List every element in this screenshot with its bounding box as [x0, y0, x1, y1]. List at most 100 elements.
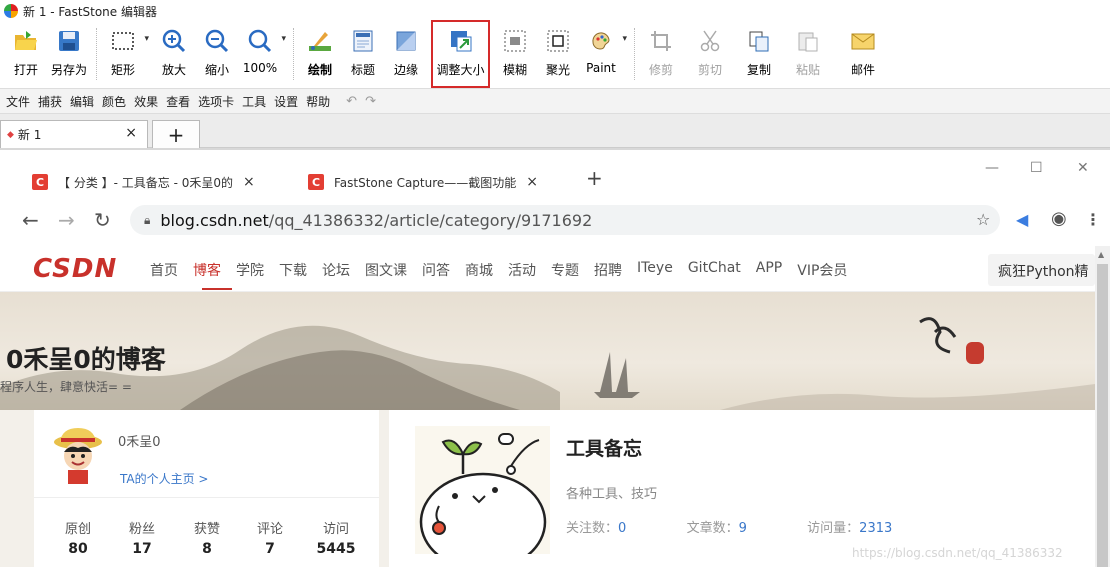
draw-button[interactable]: 绘制	[300, 22, 340, 86]
chevron-down-icon[interactable]: ▾	[144, 34, 149, 44]
rectangle-select-button[interactable]: 矩形 ▾	[103, 22, 149, 86]
csdn-favicon-icon: C	[32, 174, 48, 190]
caption-button[interactable]: 标题	[343, 22, 383, 86]
modified-diamond-icon: ◆	[7, 129, 14, 140]
nav-item-topics[interactable]: 专题	[551, 260, 579, 280]
maximize-icon[interactable]: ☐	[1030, 160, 1043, 176]
browser-new-tab-icon[interactable]: +	[586, 166, 603, 190]
nav-item-download[interactable]: 下载	[279, 260, 307, 280]
url-input[interactable]: 🔒︎ blog.csdn.net/qq_41386332/article/cat…	[130, 205, 1000, 235]
nav-item-jobs[interactable]: 招聘	[594, 260, 622, 280]
menu-tools[interactable]: 工具	[242, 93, 266, 110]
profile-name: 0禾呈0	[118, 435, 161, 450]
nav-item-courses[interactable]: 图文课	[365, 260, 407, 280]
browser-tab-2-label: FastStone Capture——截图功能	[334, 175, 517, 190]
document-tab[interactable]: ◆ 新 1 ×	[0, 120, 148, 148]
avatar[interactable]	[52, 424, 104, 486]
edge-button[interactable]: 边缘	[386, 22, 426, 86]
resize-button[interactable]: 调整大小	[431, 20, 490, 88]
nav-item-blog[interactable]: 博客	[193, 260, 221, 280]
paste-icon	[795, 28, 821, 54]
menu-view[interactable]: 查看	[166, 93, 190, 110]
menu-color[interactable]: 颜色	[102, 93, 126, 110]
caption-icon	[350, 28, 376, 54]
save-as-button[interactable]: 另存为	[49, 22, 89, 86]
magnifier-icon	[247, 28, 273, 54]
redo-icon[interactable]: ↷	[365, 94, 376, 109]
open-button[interactable]: 打开	[6, 22, 46, 86]
undo-icon[interactable]: ↶	[346, 94, 357, 109]
envelope-icon	[850, 28, 876, 54]
menu-tabs[interactable]: 选项卡	[198, 93, 234, 110]
zoom-level-button[interactable]: 100% ▾	[240, 22, 286, 86]
nav-item-qa[interactable]: 问答	[422, 260, 450, 280]
nav-item-gitchat[interactable]: GitChat	[688, 260, 741, 280]
close-icon[interactable]: ×	[526, 174, 538, 190]
edge-effect-icon	[393, 28, 419, 54]
menu-edit[interactable]: 编辑	[70, 93, 94, 110]
more-menu-icon[interactable]: ⋮	[1085, 210, 1101, 229]
scrollbar-thumb[interactable]	[1097, 264, 1108, 567]
bookmark-star-icon[interactable]: ☆	[976, 210, 990, 229]
browser-tab-1[interactable]: C 【 分类 】- 工具备忘 - 0禾呈0的 ×	[32, 168, 255, 196]
close-window-icon[interactable]: ✕	[1077, 160, 1089, 176]
back-icon[interactable]: ←	[22, 208, 39, 232]
chevron-down-icon[interactable]: ▾	[281, 34, 286, 44]
close-icon[interactable]: ×	[243, 174, 255, 190]
crop-button[interactable]: 修剪	[641, 22, 681, 86]
forward-icon[interactable]: →	[58, 208, 75, 232]
category-stats: 关注数：0 文章数：9 访问量：2313	[566, 521, 893, 536]
window-title: 新 1 - FastStone 编辑器	[23, 4, 157, 19]
nav-item-home[interactable]: 首页	[150, 260, 178, 280]
browser-address-row: ← → ↻ 🔒︎ blog.csdn.net/qq_41386332/artic…	[0, 202, 1110, 238]
extension-icon[interactable]: ◀	[1016, 210, 1028, 229]
cut-button[interactable]: 剪切	[690, 22, 730, 86]
nav-item-vip[interactable]: VIP会员	[797, 260, 847, 280]
zoom-out-icon	[204, 28, 230, 54]
blog-title: 0禾呈0的博客	[6, 345, 166, 374]
url-path: /qq_41386332/article/category/9171692	[268, 210, 593, 230]
copy-button[interactable]: 复制	[739, 22, 779, 86]
stat-likes[interactable]: 获赞 8	[177, 518, 237, 557]
menu-help[interactable]: 帮助	[306, 93, 330, 110]
scroll-up-icon[interactable]: ▲	[1098, 250, 1104, 259]
editor-toolbar: 打开 另存为 矩形 ▾ 放大 缩小 100% ▾ 绘制 标题 边缘 调整大小 模…	[0, 20, 1110, 88]
stat-fans[interactable]: 粉丝 17	[112, 518, 172, 557]
browser-tab-2[interactable]: C FastStone Capture——截图功能 ×	[308, 168, 538, 196]
menu-effects[interactable]: 效果	[134, 93, 158, 110]
nav-item-app[interactable]: APP	[756, 260, 782, 280]
csdn-nav-bar: CSDN 首页 博客 学院 下载 论坛 图文课 问答 商城 活动 专题 招聘 I…	[0, 246, 1095, 292]
nav-item-mall[interactable]: 商城	[465, 260, 493, 280]
paste-button[interactable]: 粘贴	[788, 22, 828, 86]
menu-capture[interactable]: 捕获	[38, 93, 62, 110]
draw-icon	[307, 28, 333, 54]
account-icon[interactable]: ◉	[1051, 208, 1067, 229]
search-input[interactable]: 疯狂Python精	[988, 254, 1095, 286]
stat-original[interactable]: 原创 80	[48, 518, 108, 557]
stat-visits[interactable]: 访问 5445	[306, 518, 366, 557]
url-host: blog.csdn.net	[160, 210, 269, 230]
reload-icon[interactable]: ↻	[94, 208, 111, 232]
paint-button[interactable]: Paint ▾	[581, 22, 627, 86]
zoom-in-button[interactable]: 放大	[154, 22, 194, 86]
blur-button[interactable]: 模糊	[495, 22, 535, 86]
toolbar-separator	[634, 28, 635, 80]
app-logo-icon	[4, 4, 18, 18]
zoom-out-button[interactable]: 缩小	[197, 22, 237, 86]
new-tab-button[interactable]: +	[152, 120, 200, 148]
chevron-down-icon[interactable]: ▾	[622, 34, 627, 44]
csdn-logo[interactable]: CSDN	[33, 254, 117, 284]
category-image	[415, 426, 550, 554]
close-tab-icon[interactable]: ×	[125, 125, 137, 141]
menu-settings[interactable]: 设置	[274, 93, 298, 110]
stat-comments[interactable]: 评论 7	[240, 518, 300, 557]
nav-item-forum[interactable]: 论坛	[322, 260, 350, 280]
nav-item-events[interactable]: 活动	[508, 260, 536, 280]
minimize-icon[interactable]: —	[985, 160, 999, 176]
spotlight-button[interactable]: 聚光	[538, 22, 578, 86]
profile-home-link[interactable]: TA的个人主页 >	[120, 470, 208, 487]
email-button[interactable]: 邮件	[843, 22, 883, 86]
nav-item-iteye[interactable]: ITeye	[637, 260, 673, 280]
nav-item-academy[interactable]: 学院	[236, 260, 264, 280]
menu-file[interactable]: 文件	[6, 93, 30, 110]
